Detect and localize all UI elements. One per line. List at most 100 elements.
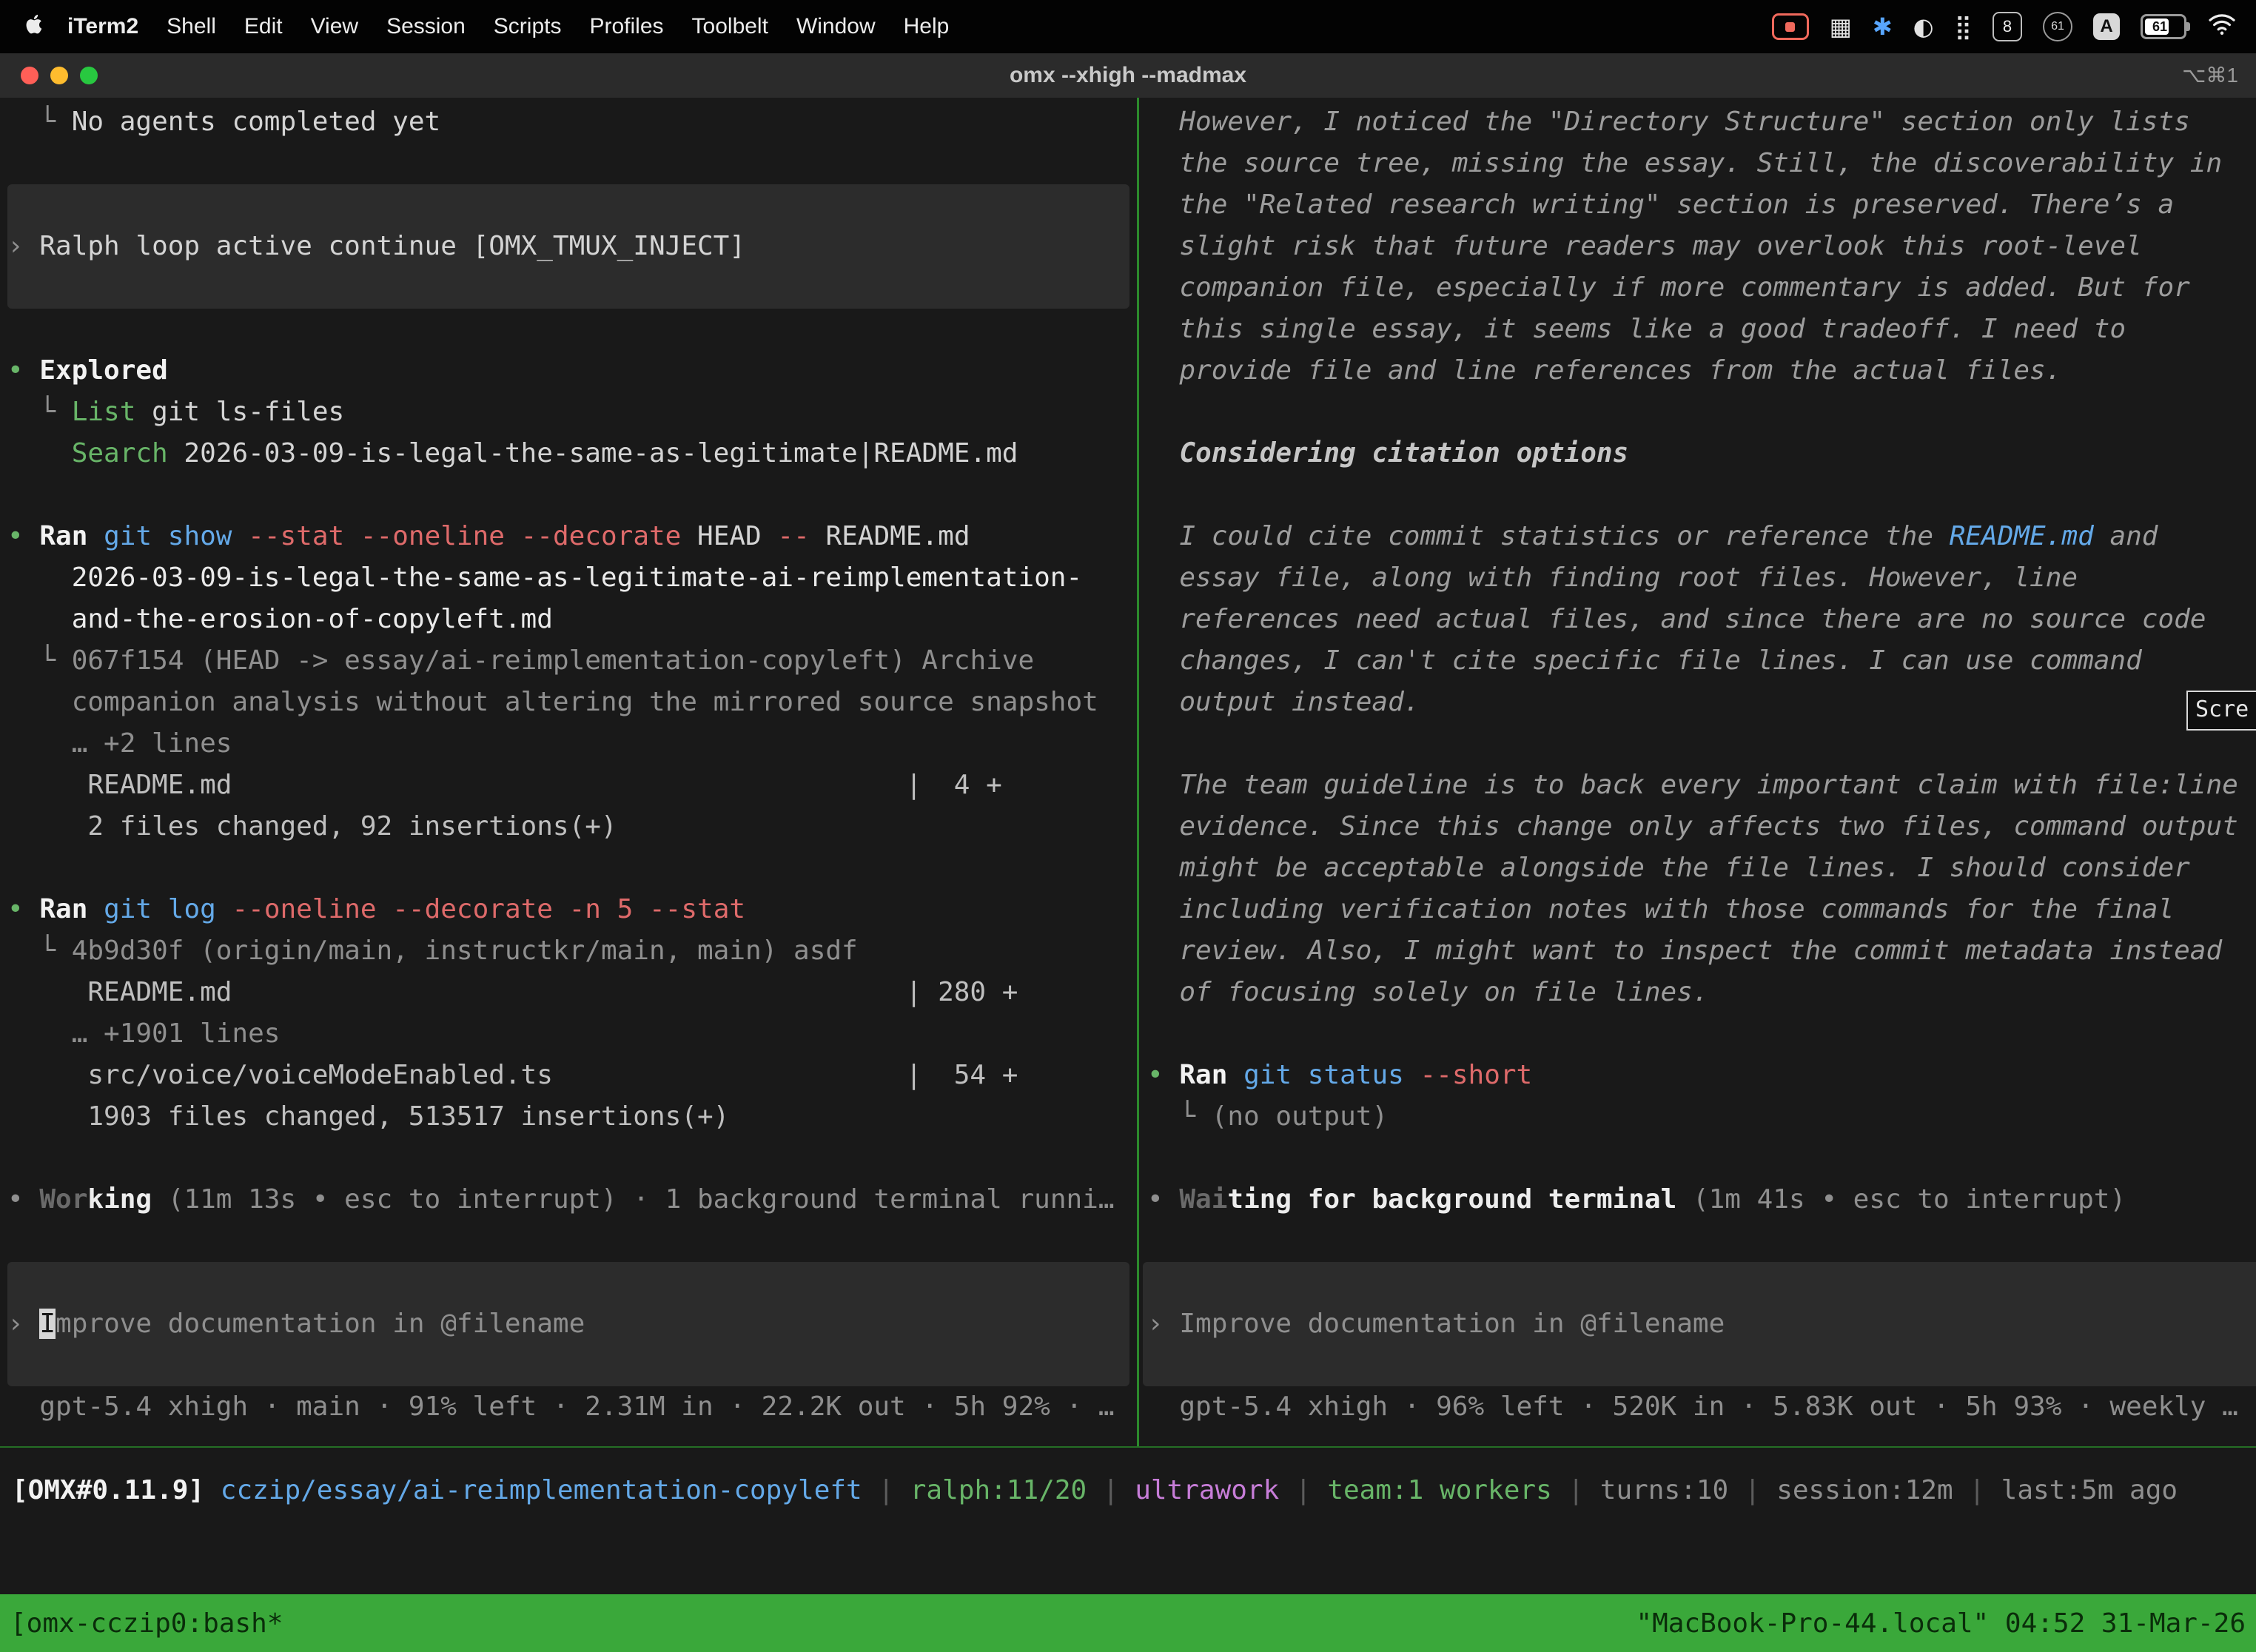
terminal-line: companion analysis without altering the … — [7, 682, 1137, 723]
terminal-line — [7, 309, 1137, 350]
terminal-line: … +1901 lines — [7, 1013, 1137, 1055]
menu-item-help[interactable]: Help — [904, 14, 950, 39]
moon-icon[interactable]: ◐ — [1913, 13, 1934, 41]
terminal-line — [1147, 723, 2256, 765]
menu-item-window[interactable]: Window — [796, 14, 876, 39]
terminal-line: • Ran git log --oneline --decorate -n 5 … — [7, 889, 1137, 930]
menu-item-toolbelt[interactable]: Toolbelt — [692, 14, 768, 39]
terminal-line: including verification notes with those … — [1147, 889, 2256, 930]
battery-badge-icon[interactable]: 61 — [2043, 12, 2072, 41]
window-title-bar: omx --xhigh --madmax ⌥⌘1 — [0, 53, 2256, 98]
pane-divider — [1137, 98, 1139, 1446]
terminal-line: gpt-5.4 xhigh · 96% left · 520K in · 5.8… — [1147, 1386, 2256, 1428]
menubar-status-icons: ▦ ✱ ◐ ⣿ 8 61 A 61 — [1772, 12, 2256, 41]
sparkle-icon[interactable]: ✱ — [1873, 13, 1893, 41]
terminal-line: • Ran git status --short — [1147, 1055, 2256, 1096]
clipped-overlay: Scre — [2186, 691, 2256, 731]
terminal-line — [1147, 1262, 2256, 1303]
left-pane-lines: └ No agents completed yet › Ralph loop ac… — [7, 101, 1137, 1428]
screen: iTerm2 Shell Edit View Session Scripts P… — [0, 0, 2256, 1652]
tmux-session-label: [omx-cczip0:bash* — [10, 1608, 283, 1639]
terminal-line: • Explored — [7, 350, 1137, 392]
terminal-line: I could cite commit statistics or refere… — [1147, 516, 2256, 557]
battery-icon[interactable]: 61 — [2141, 14, 2186, 39]
terminal-line — [7, 847, 1137, 889]
terminal-line: However, I noticed the "Directory Struct… — [1147, 101, 2256, 143]
menu-item-profiles[interactable]: Profiles — [589, 14, 663, 39]
window-title: omx --xhigh --madmax — [0, 53, 2256, 98]
menu-item-session[interactable]: Session — [386, 14, 466, 39]
terminal-line: this single essay, it seems like a good … — [1147, 309, 2256, 350]
terminal-line: evidence. Since this change only affects… — [1147, 806, 2256, 847]
right-pane-lines: However, I noticed the "Directory Struct… — [1147, 101, 2256, 1428]
terminal-line: └ No agents completed yet — [7, 101, 1137, 143]
terminal-line: slight risk that future readers may over… — [1147, 226, 2256, 267]
terminal-line: references need actual files, and since … — [1147, 599, 2256, 640]
menu-item-shell[interactable]: Shell — [167, 14, 216, 39]
terminal-line — [7, 1220, 1137, 1262]
terminal-line: src/voice/voiceModeEnabled.ts | 54 + — [7, 1055, 1137, 1096]
terminal-line: review. Also, I might want to inspect th… — [1147, 930, 2256, 972]
terminal-line — [1147, 1345, 2256, 1386]
terminal-line: README.md | 4 + — [7, 765, 1137, 806]
terminal-line — [7, 1345, 1137, 1386]
menu-item-view[interactable]: View — [311, 14, 358, 39]
terminal-line: › Improve documentation in @filename — [7, 1303, 1137, 1345]
terminal-line — [7, 143, 1137, 184]
terminal-line: … +2 lines — [7, 723, 1137, 765]
terminal-line: └ List git ls-files — [7, 392, 1137, 433]
terminal-line: › Ralph loop active continue [OMX_TMUX_I… — [7, 226, 1137, 267]
terminal-line: 1903 files changed, 513517 insertions(+) — [7, 1096, 1137, 1138]
terminal-line: Search 2026-03-09-is-legal-the-same-as-l… — [7, 433, 1137, 474]
left-pane[interactable]: └ No agents completed yet › Ralph loop ac… — [0, 98, 1137, 1446]
menu-bar-items: iTerm2 Shell Edit View Session Scripts P… — [0, 13, 963, 41]
terminal-line: the source tree, missing the essay. Stil… — [1147, 143, 2256, 184]
menu-item-edit[interactable]: Edit — [244, 14, 283, 39]
menu-item-iterm2[interactable]: iTerm2 — [67, 14, 138, 39]
wifi-icon[interactable] — [2207, 12, 2237, 41]
recording-stop-icon — [1785, 22, 1795, 32]
terminal-line — [1147, 1138, 2256, 1179]
window-shortcut: ⌥⌘1 — [2182, 53, 2238, 98]
terminal-area: └ No agents completed yet › Ralph loop ac… — [0, 98, 2256, 1594]
macos-menu-bar: iTerm2 Shell Edit View Session Scripts P… — [0, 0, 2256, 53]
apple-logo-icon — [24, 13, 43, 41]
terminal-line: provide file and line references from th… — [1147, 350, 2256, 392]
terminal-line — [1147, 1013, 2256, 1055]
terminal-line: └ (no output) — [1147, 1096, 2256, 1138]
omx-status-line: [OMX#0.11.9] cczip/essay/ai-reimplementa… — [0, 1470, 2256, 1511]
terminal-line: and-the-erosion-of-copyleft.md — [7, 599, 1137, 640]
terminal-line: Considering citation options — [1147, 433, 2256, 474]
terminal-line — [1147, 474, 2256, 516]
terminal-line — [7, 1262, 1137, 1303]
terminal-line: companion file, especially if more comme… — [1147, 267, 2256, 309]
terminal-line: The team guideline is to back every impo… — [1147, 765, 2256, 806]
right-pane[interactable]: However, I noticed the "Directory Struct… — [1140, 98, 2256, 1446]
dots-grid-icon[interactable]: ⣿ — [1955, 13, 1972, 41]
terminal-line — [7, 184, 1137, 226]
apple-menu[interactable] — [24, 13, 43, 41]
terminal-line: gpt-5.4 xhigh · main · 91% left · 2.31M … — [7, 1386, 1137, 1428]
terminal-line: output instead. — [1147, 682, 2256, 723]
tmux-host-clock: "MacBook-Pro-44.local" 04:52 31-Mar-26 — [1636, 1608, 2246, 1639]
terminal-line — [7, 1138, 1137, 1179]
terminal-line: └ 067f154 (HEAD -> essay/ai-reimplementa… — [7, 640, 1137, 682]
grid-icon[interactable]: ▦ — [1830, 13, 1852, 41]
terminal-line — [1147, 392, 2256, 433]
tmux-status-bar: [omx-cczip0:bash* "MacBook-Pro-44.local"… — [0, 1594, 2256, 1652]
screen-recording-indicator-icon[interactable] — [1772, 13, 1809, 40]
terminal-line: README.md | 280 + — [7, 972, 1137, 1013]
battery-cap — [2186, 22, 2190, 31]
terminal-line: › Improve documentation in @filename — [1147, 1303, 2256, 1345]
terminal-line: • Ran git show --stat --oneline --decora… — [7, 516, 1137, 557]
terminal-line: might be acceptable alongside the file l… — [1147, 847, 2256, 889]
input-source-icon[interactable]: A — [2093, 13, 2120, 40]
terminal-line: changes, I can't cite specific file line… — [1147, 640, 2256, 682]
battery-percent: 61 — [2143, 16, 2177, 37]
terminal-line: of focusing solely on file lines. — [1147, 972, 2256, 1013]
menu-item-scripts[interactable]: Scripts — [494, 14, 562, 39]
terminal-line — [7, 474, 1137, 516]
keycap-8-icon[interactable]: 8 — [1993, 12, 2022, 41]
terminal-line: the "Related research writing" section i… — [1147, 184, 2256, 226]
horizontal-pane-border — [0, 1446, 2256, 1448]
